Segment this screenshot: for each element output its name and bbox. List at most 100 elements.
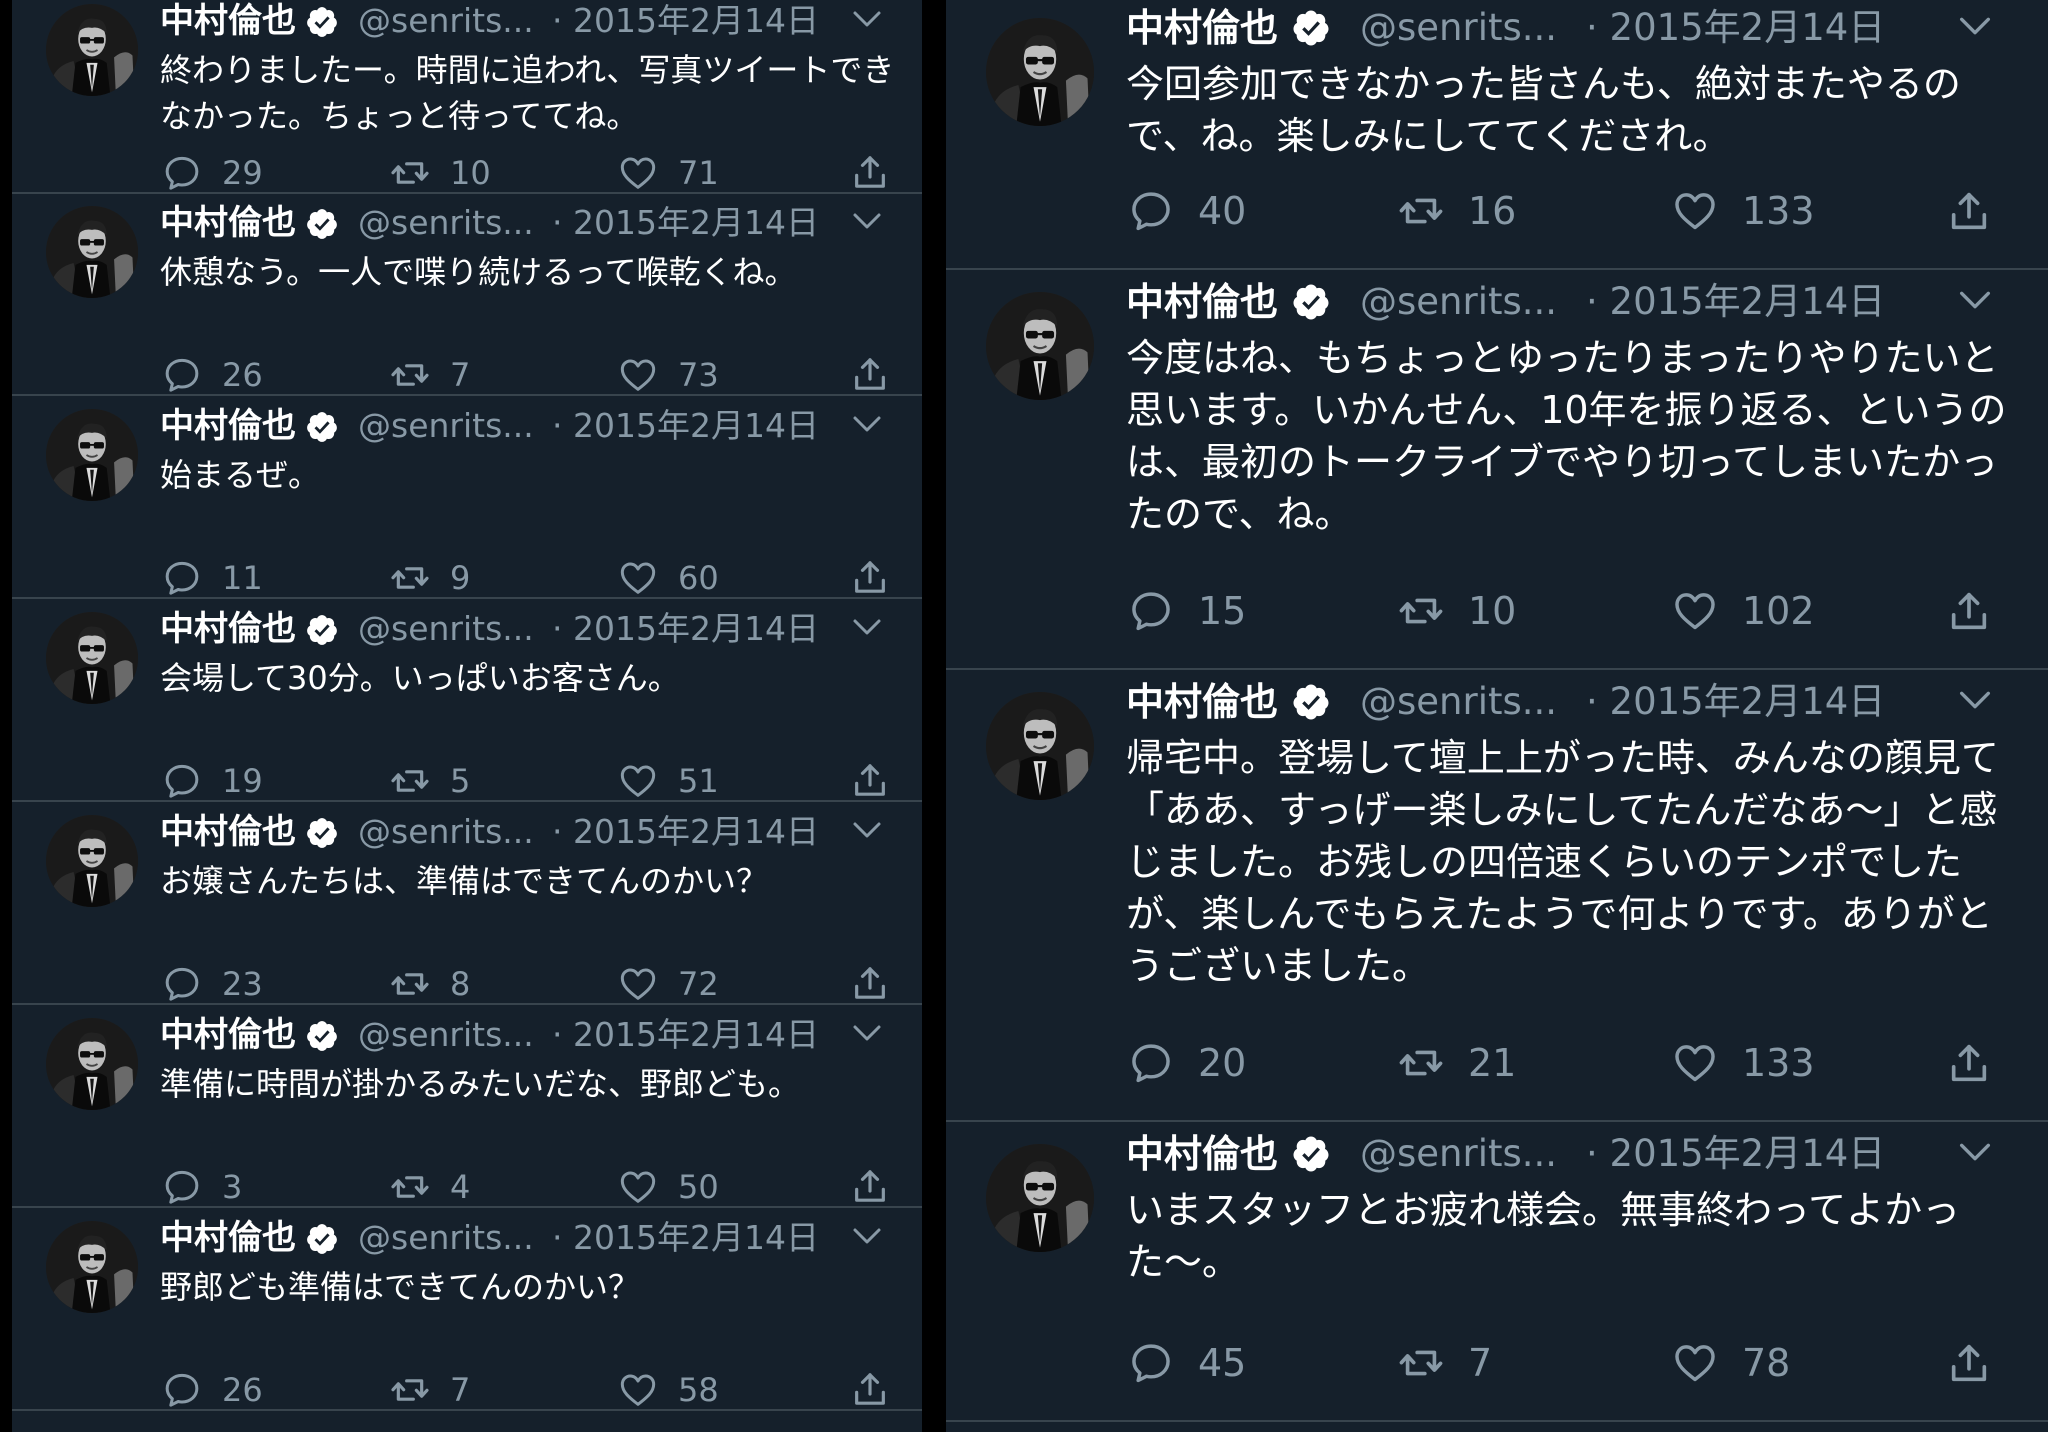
display-name[interactable]: 中村倫也 (160, 608, 296, 650)
retweet-button[interactable]: 16 (1398, 188, 1516, 234)
retweet-button[interactable]: 9 (390, 558, 470, 598)
tweet[interactable]: 中村倫也 @senrits... · 2015年2月14日 休憩なう。一人で喋り… (12, 192, 922, 396)
display-name[interactable]: 中村倫也 (1126, 1130, 1278, 1178)
display-name[interactable]: 中村倫也 (160, 405, 296, 447)
like-button[interactable]: 102 (1672, 588, 1815, 634)
tweet[interactable]: 中村倫也 @senrits... · 2015年2月14日 お嬢さんたちは、準備… (12, 801, 922, 1005)
tweet[interactable]: 中村倫也 @senrits... · 2015年2月14日 始まるぜ。 11 9… (12, 395, 922, 599)
reply-button[interactable]: 26 (162, 1370, 263, 1410)
tweet[interactable]: 中村倫也 @senrits... · 2015年2月14日 今度はね、もちょっと… (946, 268, 2048, 670)
retweet-button[interactable]: 5 (390, 761, 470, 801)
display-name[interactable]: 中村倫也 (160, 811, 296, 853)
user-handle[interactable]: @senrits... (358, 202, 534, 244)
tweet[interactable]: 中村倫也 @senrits... · 2015年2月14日 準備に時間が掛かるみ… (12, 1004, 922, 1208)
chevron-down-icon[interactable] (852, 618, 882, 636)
tweet[interactable]: 中村倫也 @senrits... · 2015年2月14日 今回参加できなかった… (946, 0, 2048, 270)
like-button[interactable]: 72 (618, 964, 719, 1004)
display-name[interactable]: 中村倫也 (160, 0, 296, 42)
tweet-timestamp[interactable]: · 2015年2月14日 (1586, 1130, 1885, 1178)
share-button[interactable] (850, 1166, 890, 1206)
share-button[interactable] (850, 354, 890, 394)
tweet-timestamp[interactable]: · 2015年2月14日 (1586, 278, 1885, 326)
reply-button[interactable]: 3 (162, 1167, 242, 1207)
tweet-timestamp[interactable]: · 2015年2月14日 (1586, 4, 1885, 52)
like-button[interactable]: 133 (1672, 1040, 1815, 1086)
share-button[interactable] (1946, 1040, 1992, 1086)
reply-button[interactable]: 19 (162, 761, 263, 801)
like-button[interactable]: 78 (1672, 1340, 1790, 1386)
share-button[interactable] (850, 760, 890, 800)
reply-button[interactable]: 11 (162, 558, 263, 598)
avatar[interactable] (46, 815, 138, 907)
chevron-down-icon[interactable] (1958, 1142, 1992, 1162)
reply-button[interactable]: 23 (162, 964, 263, 1004)
tweet[interactable]: 中村倫也 @senrits... · 2015年2月14日 会場して30分。いっ… (12, 598, 922, 802)
retweet-button[interactable]: 21 (1398, 1040, 1516, 1086)
reply-button[interactable]: 20 (1128, 1040, 1246, 1086)
display-name[interactable]: 中村倫也 (1126, 278, 1278, 326)
tweet-timestamp[interactable]: · 2015年2月14日 (552, 202, 819, 244)
user-handle[interactable]: @senrits... (1360, 1130, 1557, 1178)
reply-button[interactable]: 45 (1128, 1340, 1246, 1386)
tweet-timestamp[interactable]: · 2015年2月14日 (1586, 678, 1885, 726)
avatar[interactable] (986, 292, 1094, 400)
chevron-down-icon[interactable] (1958, 690, 1992, 710)
retweet-button[interactable]: 7 (1398, 1340, 1492, 1386)
share-button[interactable] (1946, 1340, 1992, 1386)
retweet-button[interactable]: 10 (1398, 588, 1516, 634)
tweet-timestamp[interactable]: · 2015年2月14日 (552, 1014, 819, 1056)
chevron-down-icon[interactable] (1958, 290, 1992, 310)
tweet-timestamp[interactable]: · 2015年2月14日 (552, 0, 819, 42)
avatar[interactable] (986, 692, 1094, 800)
chevron-down-icon[interactable] (852, 1024, 882, 1042)
avatar[interactable] (46, 1018, 138, 1110)
avatar[interactable] (46, 4, 138, 96)
tweet-timestamp[interactable]: · 2015年2月14日 (552, 1217, 819, 1259)
like-button[interactable]: 71 (618, 153, 719, 193)
tweet[interactable]: 中村倫也 @senrits... · 2015年2月14日 終わりましたー。時間… (12, 0, 922, 194)
retweet-button[interactable]: 8 (390, 964, 470, 1004)
user-handle[interactable]: @senrits... (1360, 278, 1557, 326)
display-name[interactable]: 中村倫也 (1126, 4, 1278, 52)
display-name[interactable]: 中村倫也 (160, 1014, 296, 1056)
user-handle[interactable]: @senrits... (358, 405, 534, 447)
like-button[interactable]: 50 (618, 1167, 719, 1207)
like-button[interactable]: 60 (618, 558, 719, 598)
display-name[interactable]: 中村倫也 (160, 202, 296, 244)
tweet[interactable]: 中村倫也 @senrits... · 2015年2月14日 帰宅中。登場して壇上… (946, 668, 2048, 1122)
share-button[interactable] (850, 963, 890, 1003)
avatar[interactable] (986, 1144, 1094, 1252)
display-name[interactable]: 中村倫也 (1126, 678, 1278, 726)
chevron-down-icon[interactable] (1958, 16, 1992, 36)
share-button[interactable] (850, 152, 890, 192)
share-button[interactable] (1946, 588, 1992, 634)
user-handle[interactable]: @senrits... (1360, 678, 1557, 726)
display-name[interactable]: 中村倫也 (160, 1217, 296, 1259)
tweet-timestamp[interactable]: · 2015年2月14日 (552, 405, 819, 447)
like-button[interactable]: 51 (618, 761, 719, 801)
chevron-down-icon[interactable] (852, 212, 882, 230)
avatar[interactable] (46, 1221, 138, 1313)
chevron-down-icon[interactable] (852, 1227, 882, 1245)
share-button[interactable] (1946, 188, 1992, 234)
reply-button[interactable]: 15 (1128, 588, 1246, 634)
reply-button[interactable]: 29 (162, 153, 263, 193)
like-button[interactable]: 73 (618, 355, 719, 395)
share-button[interactable] (850, 557, 890, 597)
chevron-down-icon[interactable] (852, 10, 882, 28)
retweet-button[interactable]: 7 (390, 355, 470, 395)
like-button[interactable]: 58 (618, 1370, 719, 1410)
tweet-timestamp[interactable]: · 2015年2月14日 (552, 811, 819, 853)
tweet[interactable]: 中村倫也 @senrits... · 2015年2月14日 いまスタッフとお疲れ… (946, 1120, 2048, 1422)
user-handle[interactable]: @senrits... (358, 1217, 534, 1259)
user-handle[interactable]: @senrits... (358, 811, 534, 853)
tweet-timestamp[interactable]: · 2015年2月14日 (552, 608, 819, 650)
avatar[interactable] (46, 206, 138, 298)
retweet-button[interactable]: 7 (390, 1370, 470, 1410)
chevron-down-icon[interactable] (852, 415, 882, 433)
user-handle[interactable]: @senrits... (358, 1014, 534, 1056)
user-handle[interactable]: @senrits... (358, 0, 534, 42)
reply-button[interactable]: 40 (1128, 188, 1246, 234)
avatar[interactable] (986, 18, 1094, 126)
retweet-button[interactable]: 4 (390, 1167, 470, 1207)
